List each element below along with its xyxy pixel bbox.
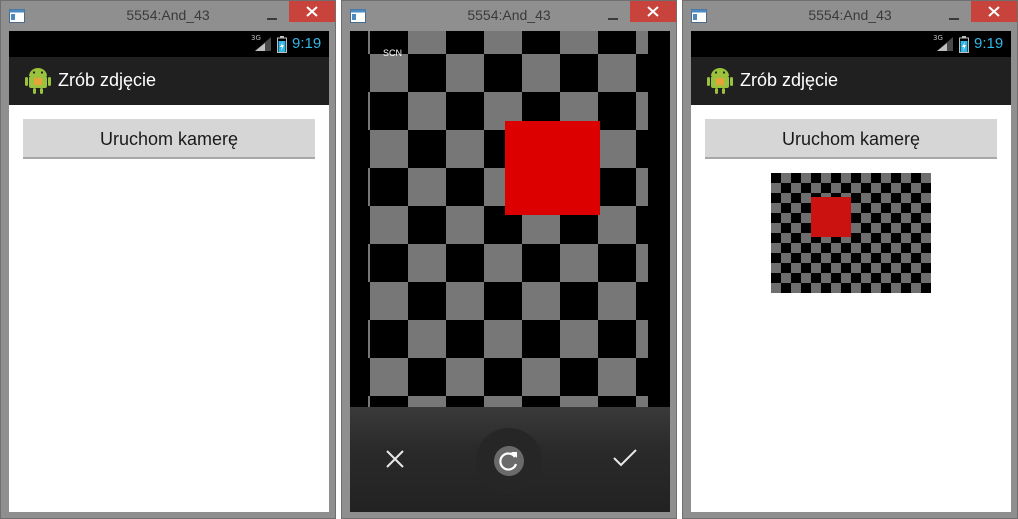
preview-margin-left	[350, 31, 368, 407]
android-screen: 3G 9:19 Zrób zdjęcie Uruchom kamerę	[9, 31, 329, 512]
checkmark-icon[interactable]	[612, 447, 638, 469]
android-screen: SCN	[350, 31, 670, 512]
action-bar: Zrób zdjęcie	[691, 57, 1011, 105]
status-bar: 3G 9:19	[691, 31, 1011, 57]
preview-margin-right	[648, 31, 670, 407]
signal-icon	[937, 37, 953, 51]
minimize-icon[interactable]	[608, 11, 618, 21]
captured-photo	[771, 173, 931, 293]
minimize-icon[interactable]	[949, 11, 959, 21]
cancel-x-icon[interactable]	[385, 449, 405, 469]
android-icon	[25, 68, 51, 94]
photo-red-square	[811, 197, 851, 237]
action-bar: Zrób zdjęcie	[9, 57, 329, 105]
android-icon	[707, 68, 733, 94]
status-time: 9:19	[292, 35, 322, 52]
emulator-window-1: 5554:And_43 3G 9:19 Zrób zdjęcie Uruchom…	[0, 0, 336, 519]
window-title: 5554:And_43	[126, 7, 210, 23]
close-button[interactable]	[971, 1, 1017, 22]
minimize-icon[interactable]	[267, 11, 277, 21]
signal-icon	[255, 37, 271, 51]
emulator-window-3: 5554:And_43 3G 9:19 Zrób zdjęcie Uruchom…	[682, 0, 1018, 519]
app-title: Zrób zdjęcie	[740, 70, 839, 90]
retake-button[interactable]	[476, 428, 542, 494]
close-button[interactable]	[630, 1, 676, 22]
launch-camera-button[interactable]: Uruchom kamerę	[705, 119, 997, 159]
close-icon	[306, 6, 318, 17]
camera-preview: SCN	[350, 31, 670, 407]
window-titlebar[interactable]: 5554:And_43	[683, 1, 1017, 31]
emulator-window-2: 5554:And_43 SCN	[341, 0, 677, 519]
battery-icon	[277, 36, 287, 53]
close-icon	[988, 6, 1000, 17]
camera-controls	[350, 407, 670, 512]
close-button[interactable]	[289, 1, 335, 22]
android-screen: 3G 9:19 Zrób zdjęcie Uruchom kamerę	[691, 31, 1011, 512]
window-titlebar[interactable]: 5554:And_43	[342, 1, 676, 31]
launch-camera-button[interactable]: Uruchom kamerę	[23, 119, 315, 159]
window-title: 5554:And_43	[467, 7, 551, 23]
window-title: 5554:And_43	[808, 7, 892, 23]
status-bar: 3G 9:19	[9, 31, 329, 57]
status-time: 9:19	[974, 35, 1004, 52]
scene-mode-label[interactable]: SCN	[383, 48, 402, 58]
battery-icon	[959, 36, 969, 53]
retake-icon	[499, 452, 518, 471]
window-titlebar[interactable]: 5554:And_43	[1, 1, 335, 31]
preview-red-square	[505, 121, 600, 215]
close-icon	[647, 6, 659, 17]
app-title: Zrób zdjęcie	[58, 70, 157, 90]
